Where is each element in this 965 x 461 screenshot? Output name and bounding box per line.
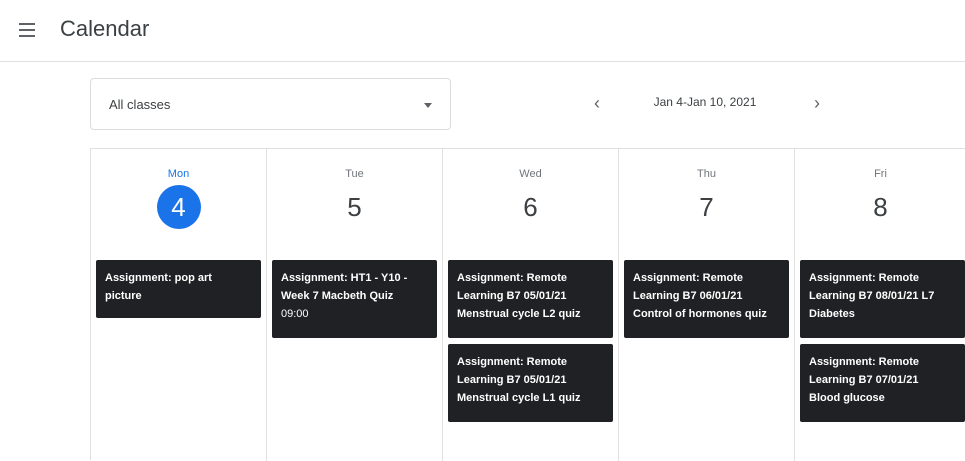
dropdown-arrow-icon [424, 103, 432, 108]
day-name: Mon [167, 168, 190, 180]
assignment-title-line: Learning B7 06/01/21 [633, 290, 743, 302]
day-number[interactable]: 6 [509, 185, 553, 229]
assignment-card[interactable]: Assignment: Remote Learning B7 05/01/21 … [448, 260, 613, 338]
day-number[interactable]: 5 [333, 185, 377, 229]
menu-icon[interactable] [17, 19, 39, 41]
assignment-title-line: Menstrual cycle L2 quiz [457, 308, 581, 320]
assignment-card[interactable]: Assignment: Remote Learning B7 08/01/21 … [800, 260, 965, 338]
assignment-title-line: picture [105, 290, 142, 302]
assignment-title-line: Learning B7 05/01/21 [457, 290, 567, 302]
day-name: Wed [519, 168, 542, 180]
day-number-today[interactable]: 4 [156, 185, 201, 229]
assignment-title-line: Learning B7 08/01/21 L7 [809, 290, 935, 302]
day-name: Thu [697, 168, 716, 180]
day-number[interactable]: 8 [859, 185, 903, 229]
assignment-title-line: Learning B7 05/01/21 [457, 374, 567, 386]
assignment-title-line: Assignment: Remote [809, 356, 920, 368]
assignment-title-line: Assignment: HT1 - Y10 - [281, 272, 408, 284]
assignment-title-line: Assignment: Remote [809, 272, 920, 284]
next-week-button[interactable]: › [806, 92, 828, 114]
chevron-right-icon: › [814, 93, 820, 113]
assignment-card[interactable]: Assignment: Remote Learning B7 07/01/21 … [800, 344, 965, 422]
assignment-card[interactable]: Assignment: Remote Learning B7 05/01/21 … [448, 344, 613, 422]
day-name: Fri [874, 168, 887, 180]
previous-week-button[interactable]: ‹ [586, 92, 608, 114]
assignment-card[interactable]: Assignment: HT1 - Y10 - Week 7 Macbeth Q… [272, 260, 437, 338]
assignment-title-line: Menstrual cycle L1 quiz [457, 392, 581, 404]
assignment-title-line: Blood glucose [809, 392, 885, 404]
class-filter-value: All classes [109, 97, 171, 112]
assignment-title-line: Week 7 Macbeth Quiz [281, 290, 394, 302]
assignment-card[interactable]: Assignment: Remote Learning B7 06/01/21 … [624, 260, 789, 338]
assignment-title-line: Learning B7 07/01/21 [809, 374, 919, 386]
assignment-title-line: Diabetes [809, 308, 855, 320]
class-filter-dropdown[interactable]: All classes [90, 78, 451, 130]
top-app-bar: Calendar [0, 0, 965, 62]
day-number[interactable]: 7 [685, 185, 729, 229]
page-title: Calendar [60, 16, 150, 41]
assignment-title-line: Assignment: pop art [105, 272, 212, 284]
assignment-time: 09:00 [281, 308, 309, 320]
week-date-range: Jan 4-Jan 10, 2021 [653, 95, 757, 109]
assignment-title-line: Assignment: Remote [457, 272, 568, 284]
day-name: Tue [345, 168, 364, 180]
chevron-left-icon: ‹ [594, 93, 600, 113]
assignment-title-line: Control of hormones quiz [633, 308, 767, 320]
assignment-title-line: Assignment: Remote [457, 356, 568, 368]
assignment-card[interactable]: Assignment: pop art picture [96, 260, 261, 318]
assignment-title-line: Assignment: Remote [633, 272, 744, 284]
